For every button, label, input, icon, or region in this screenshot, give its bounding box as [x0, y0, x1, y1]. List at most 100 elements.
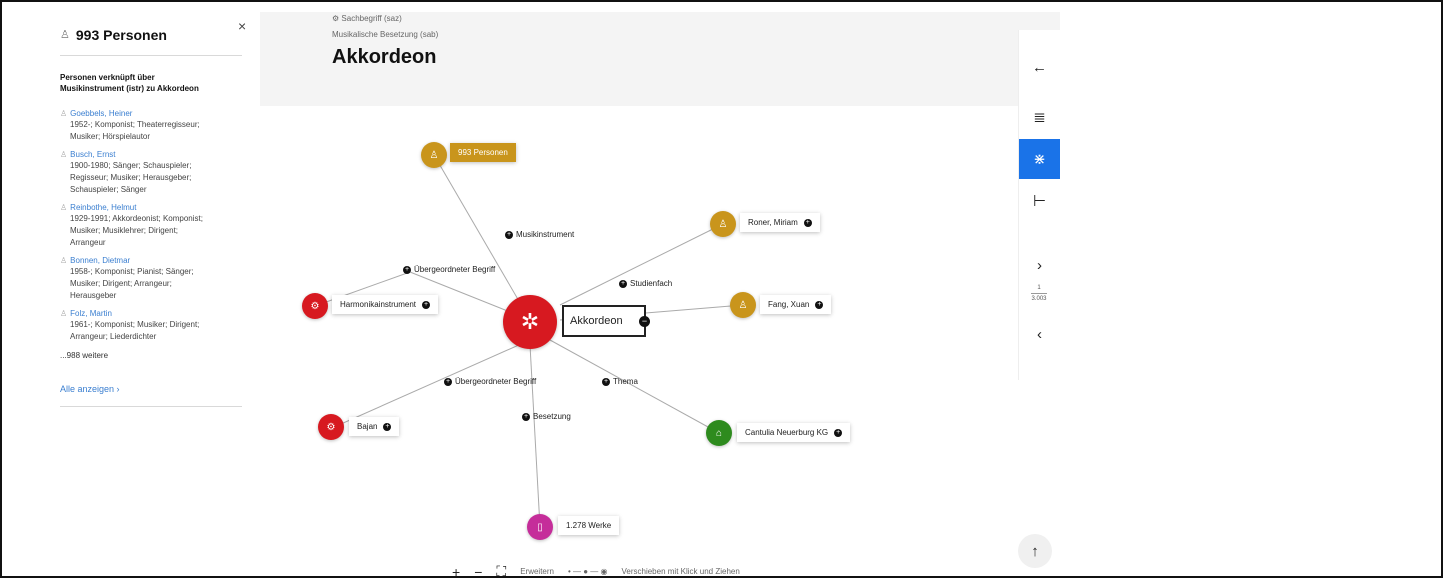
expand-icon[interactable]: + — [602, 377, 610, 386]
person-desc: Musiker; Dirigent; Arrangeur; — [70, 279, 172, 288]
person-desc: 1929-1991; Akkordeonist; Komponist; — [70, 214, 203, 223]
zoom-out-button[interactable]: − — [474, 564, 482, 578]
show-all-link[interactable]: Alle anzeigen › — [60, 384, 242, 394]
expand-slider[interactable]: • — ● — ◉ — [568, 567, 608, 576]
person-list: ♙ Goebbels, Heiner 1952-; Komponist; Thea… — [60, 108, 242, 343]
expand-icon[interactable]: + — [522, 412, 530, 421]
more-count: ...988 weitere — [60, 351, 109, 360]
edge-label-uebergeordnet: + Übergeordneter Begriff — [444, 377, 536, 386]
edge-label-text: Musikinstrument — [516, 230, 575, 239]
werke-node-label[interactable]: 1.278 Werke — [558, 516, 620, 535]
tree-icon: ⊢ — [1032, 193, 1047, 210]
werke-node[interactable]: ▯ — [527, 514, 553, 540]
person-desc: Schauspieler; Sänger — [70, 185, 147, 194]
edge-label-text: Thema — [613, 377, 638, 386]
person-name[interactable]: Bonnen, Dietmar — [70, 256, 130, 265]
chevron-right-icon: › — [1037, 256, 1042, 274]
person-icon: ♙ — [60, 29, 70, 41]
personen-node[interactable]: ♙ — [421, 142, 447, 168]
akkordeon-node-label[interactable]: Akkordeon − — [562, 305, 650, 337]
expand-icon[interactable]: + — [505, 230, 513, 239]
edge-label-text: Übergeordneter Begriff — [414, 265, 496, 274]
person-link[interactable]: ♙ Bonnen, Dietmar — [60, 255, 242, 266]
collapse-icon[interactable]: − — [639, 316, 650, 327]
expand-icon[interactable]: + — [383, 422, 392, 431]
bajan-node[interactable]: ⚙ — [318, 414, 344, 440]
person-desc: Musiker; Hörspielautor — [70, 132, 151, 141]
next-button[interactable]: › — [1019, 245, 1060, 285]
person-icon: ♙ — [60, 309, 68, 318]
person-link[interactable]: ♙ Reinbothe, Helmut — [60, 202, 242, 213]
person-name[interactable]: Reinbothe, Helmut — [70, 203, 136, 212]
center-label-text: Akkordeon — [570, 315, 623, 327]
roner-node[interactable]: ♙ — [710, 211, 736, 237]
person-desc: Herausgeber — [70, 291, 117, 300]
edge-label-text: Besetzung — [533, 412, 571, 421]
harmonika-node[interactable]: ⚙ — [302, 293, 328, 319]
expand-icon[interactable]: + — [803, 218, 812, 227]
person-name[interactable]: Folz, Martin — [70, 309, 112, 318]
expand-label: Erweitern — [520, 567, 554, 576]
graph-controls: + − ⛶ Erweitern • — ● — ◉ Verschieben mi… — [452, 563, 740, 578]
arrow-up-icon: ↑ — [1031, 542, 1039, 560]
harmonika-node-label[interactable]: Harmonikainstrument + — [332, 295, 439, 314]
persons-panel-header: ♙ 993 Personen — [60, 14, 242, 56]
node-label-text: Cantulia Neuerburg KG — [745, 428, 829, 437]
bajan-node-label[interactable]: Bajan + — [349, 417, 400, 436]
zoom-in-button[interactable]: + — [452, 564, 460, 578]
back-button[interactable]: ← — [1019, 47, 1060, 87]
asterisk-icon: ✲ — [520, 309, 540, 334]
breadcrumb-besetzung: Musikalische Besetzung (sab) — [332, 30, 439, 39]
entity-header: ⚙ Sachbegriff (saz) Musikalische Besetzu… — [260, 12, 1060, 106]
list-item: ♙ Goebbels, Heiner 1952-; Komponist; Thea… — [60, 108, 242, 143]
expand-icon[interactable]: + — [815, 300, 824, 309]
person-icon: ♙ — [60, 256, 68, 265]
person-icon: ♙ — [738, 299, 748, 311]
person-name[interactable]: Goebbels, Heiner — [70, 109, 132, 118]
subtitle-line-1: Personen verknüpft über — [60, 73, 155, 82]
fang-node[interactable]: ♙ — [730, 292, 756, 318]
network-icon: ⋇ — [1033, 151, 1046, 168]
fit-icon[interactable]: ⛶ — [496, 563, 506, 578]
gear-icon: ⚙ — [310, 300, 320, 312]
network-view-button[interactable]: ⋇ — [1019, 139, 1060, 179]
page-number: 1 — [1037, 285, 1041, 291]
expand-icon[interactable]: + — [403, 265, 411, 274]
expand-icon[interactable]: + — [422, 300, 431, 309]
roner-node-label[interactable]: Roner, Miriam + — [740, 213, 820, 232]
node-label-text: Harmonikainstrument — [340, 300, 417, 309]
previous-button[interactable]: ‹ — [1019, 314, 1060, 354]
person-desc: Musiker; Musiklehrer; Dirigent; — [70, 226, 179, 235]
cantulia-node[interactable]: ⌂ — [706, 420, 732, 446]
edge-label-uebergeordnet: + Übergeordneter Begriff — [403, 265, 495, 274]
expand-icon[interactable]: + — [619, 279, 627, 288]
chevron-left-icon: ‹ — [1037, 325, 1042, 343]
expand-icon[interactable]: + — [444, 377, 452, 386]
edge-label-text: Übergeordneter Begriff — [455, 377, 537, 386]
page-title: Akkordeon — [332, 46, 437, 68]
personen-node-label[interactable]: 993 Personen — [450, 143, 516, 162]
tree-view-button[interactable]: ⊢ — [1019, 181, 1060, 221]
fang-node-label[interactable]: Fang, Xuan + — [760, 295, 832, 314]
person-desc: 1952-; Komponist; Theaterregisseur; — [70, 120, 200, 129]
close-icon[interactable]: × — [238, 18, 246, 34]
scroll-top-button[interactable]: ↑ — [1018, 534, 1052, 568]
expand-icon[interactable]: + — [834, 428, 843, 437]
person-link[interactable]: ♙ Goebbels, Heiner — [60, 108, 242, 119]
akkordeon-node[interactable]: ✲ — [503, 295, 557, 349]
person-icon: ♙ — [60, 150, 68, 159]
cantulia-node-label[interactable]: Cantulia Neuerburg KG + — [737, 423, 851, 442]
list-view-button[interactable]: ≣ — [1019, 97, 1060, 137]
move-hint: Verschieben mit Klick und Ziehen — [621, 567, 740, 576]
person-icon: ♙ — [429, 149, 439, 161]
building-icon: ⌂ — [715, 427, 723, 439]
list-item: ♙ Busch, Ernst 1900-1980; Sänger; Schausp… — [60, 149, 242, 196]
divider — [60, 406, 242, 407]
person-name[interactable]: Busch, Ernst — [70, 150, 115, 159]
person-link[interactable]: ♙ Folz, Martin — [60, 308, 242, 319]
page-total: 3.003 — [1031, 296, 1047, 302]
node-label-text: Bajan — [357, 422, 378, 431]
person-link[interactable]: ♙ Busch, Ernst — [60, 149, 242, 160]
subtitle-line-2: Musikinstrument (istr) zu Akkordeon — [60, 84, 199, 93]
person-desc: 1961-; Komponist; Musiker; Dirigent; — [70, 320, 200, 329]
